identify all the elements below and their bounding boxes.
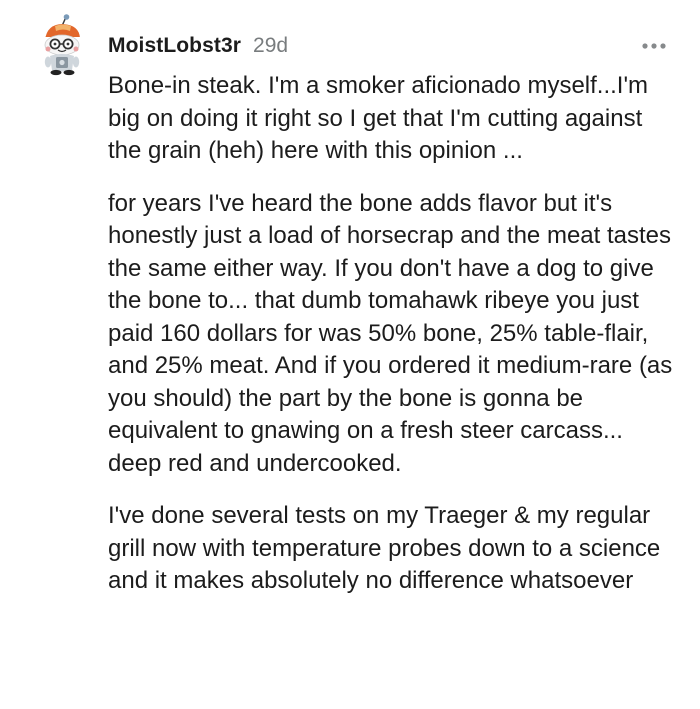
comment-paragraph: Bone-in steak. I'm a smoker aficionado m… <box>108 72 649 164</box>
comment: MoistLobst3r 29d Bone-in steak. I'm a sm… <box>0 0 700 709</box>
comment-paragraph: I've done several tests on my Traeger & … <box>108 502 661 594</box>
author-username[interactable]: MoistLobst3r <box>108 34 241 58</box>
comment-header: MoistLobst3r 29d <box>108 31 288 61</box>
more-options-button[interactable] <box>636 36 672 56</box>
comment-body: Bone-in steak. I'm a smoker aficionado m… <box>108 70 678 618</box>
comment-age: 29d <box>253 34 289 57</box>
comment-paragraph: for years I've heard the bone adds flavo… <box>108 189 673 477</box>
more-options-icon <box>642 43 666 49</box>
snoo-avatar-icon[interactable] <box>36 14 86 76</box>
